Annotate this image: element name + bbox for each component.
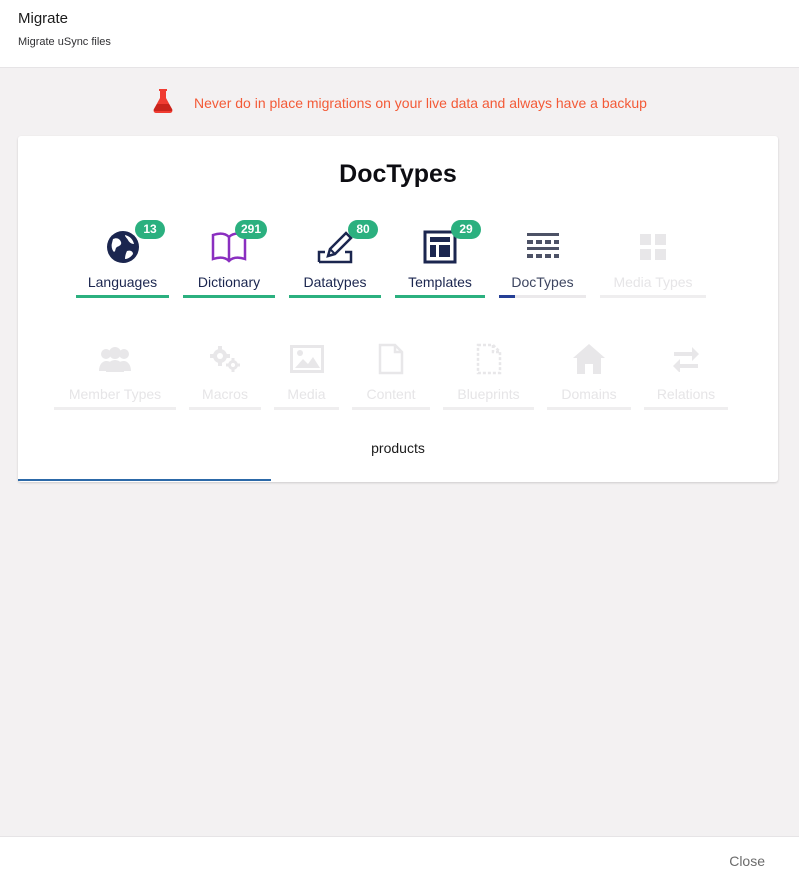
step-label: Media: [287, 386, 326, 402]
step-label: Content: [366, 386, 416, 402]
step-progress-bar: [600, 295, 706, 298]
step-progress-bar: [76, 295, 169, 298]
step-progress-bar: [54, 407, 176, 410]
step-title: DocTypes: [339, 160, 457, 188]
count-badge: 291: [235, 220, 268, 239]
dialog-header: Migrate Migrate uSync files: [0, 0, 799, 68]
image-icon: [287, 340, 327, 378]
current-item-name: products: [371, 440, 425, 456]
step-label: Media Types: [613, 274, 693, 290]
count-badge: 80: [348, 220, 378, 239]
step-progress-bar: [443, 407, 534, 410]
warning-banner: Never do in place migrations on your liv…: [0, 88, 799, 118]
dialog-subtitle: Migrate uSync files: [18, 36, 111, 48]
step-label: Languages: [87, 274, 158, 290]
doctype-icon: [523, 228, 563, 266]
dialog-title: Migrate: [18, 10, 69, 27]
step-progress-bar: [274, 407, 339, 410]
document-icon: [371, 340, 411, 378]
grid-icon: [633, 228, 673, 266]
step-label: Macros: [202, 386, 248, 402]
arrows-icon: [666, 340, 706, 378]
blueprint-icon: [469, 340, 509, 378]
migration-card: DocTypes 13 Languages 291 Dictionary 80 …: [18, 136, 778, 482]
users-icon: [95, 340, 135, 378]
step-label: DocTypes: [511, 274, 574, 290]
step-label: Member Types: [68, 386, 162, 402]
step-progress-bar: [289, 295, 381, 298]
step-label: Dictionary: [197, 274, 261, 290]
flask-icon: [152, 88, 174, 119]
dialog-footer: Close: [0, 836, 799, 882]
step-label: Templates: [408, 274, 472, 290]
home-icon: [569, 340, 609, 378]
step-progress-bar: [189, 407, 261, 410]
warning-text: Never do in place migrations on your liv…: [194, 95, 647, 111]
step-progress-bar: [644, 407, 728, 410]
step-progress-bar: [395, 295, 485, 298]
count-badge: 13: [135, 220, 165, 239]
step-label: Domains: [561, 386, 617, 402]
step-label: Blueprints: [457, 386, 520, 402]
migration-progress-fill: [18, 479, 272, 481]
step-label: Datatypes: [303, 274, 367, 290]
step-progress-bar: [183, 295, 275, 298]
step-progress-fill: [499, 295, 515, 298]
step-progress-bar: [547, 407, 631, 410]
step-label: Relations: [656, 386, 716, 402]
gears-icon: [205, 340, 245, 378]
step-progress-bar: [499, 295, 586, 298]
count-badge: 29: [451, 220, 481, 239]
step-progress-bar: [352, 407, 430, 410]
migration-progress-bar: [18, 479, 778, 481]
close-button[interactable]: Close: [729, 853, 765, 869]
